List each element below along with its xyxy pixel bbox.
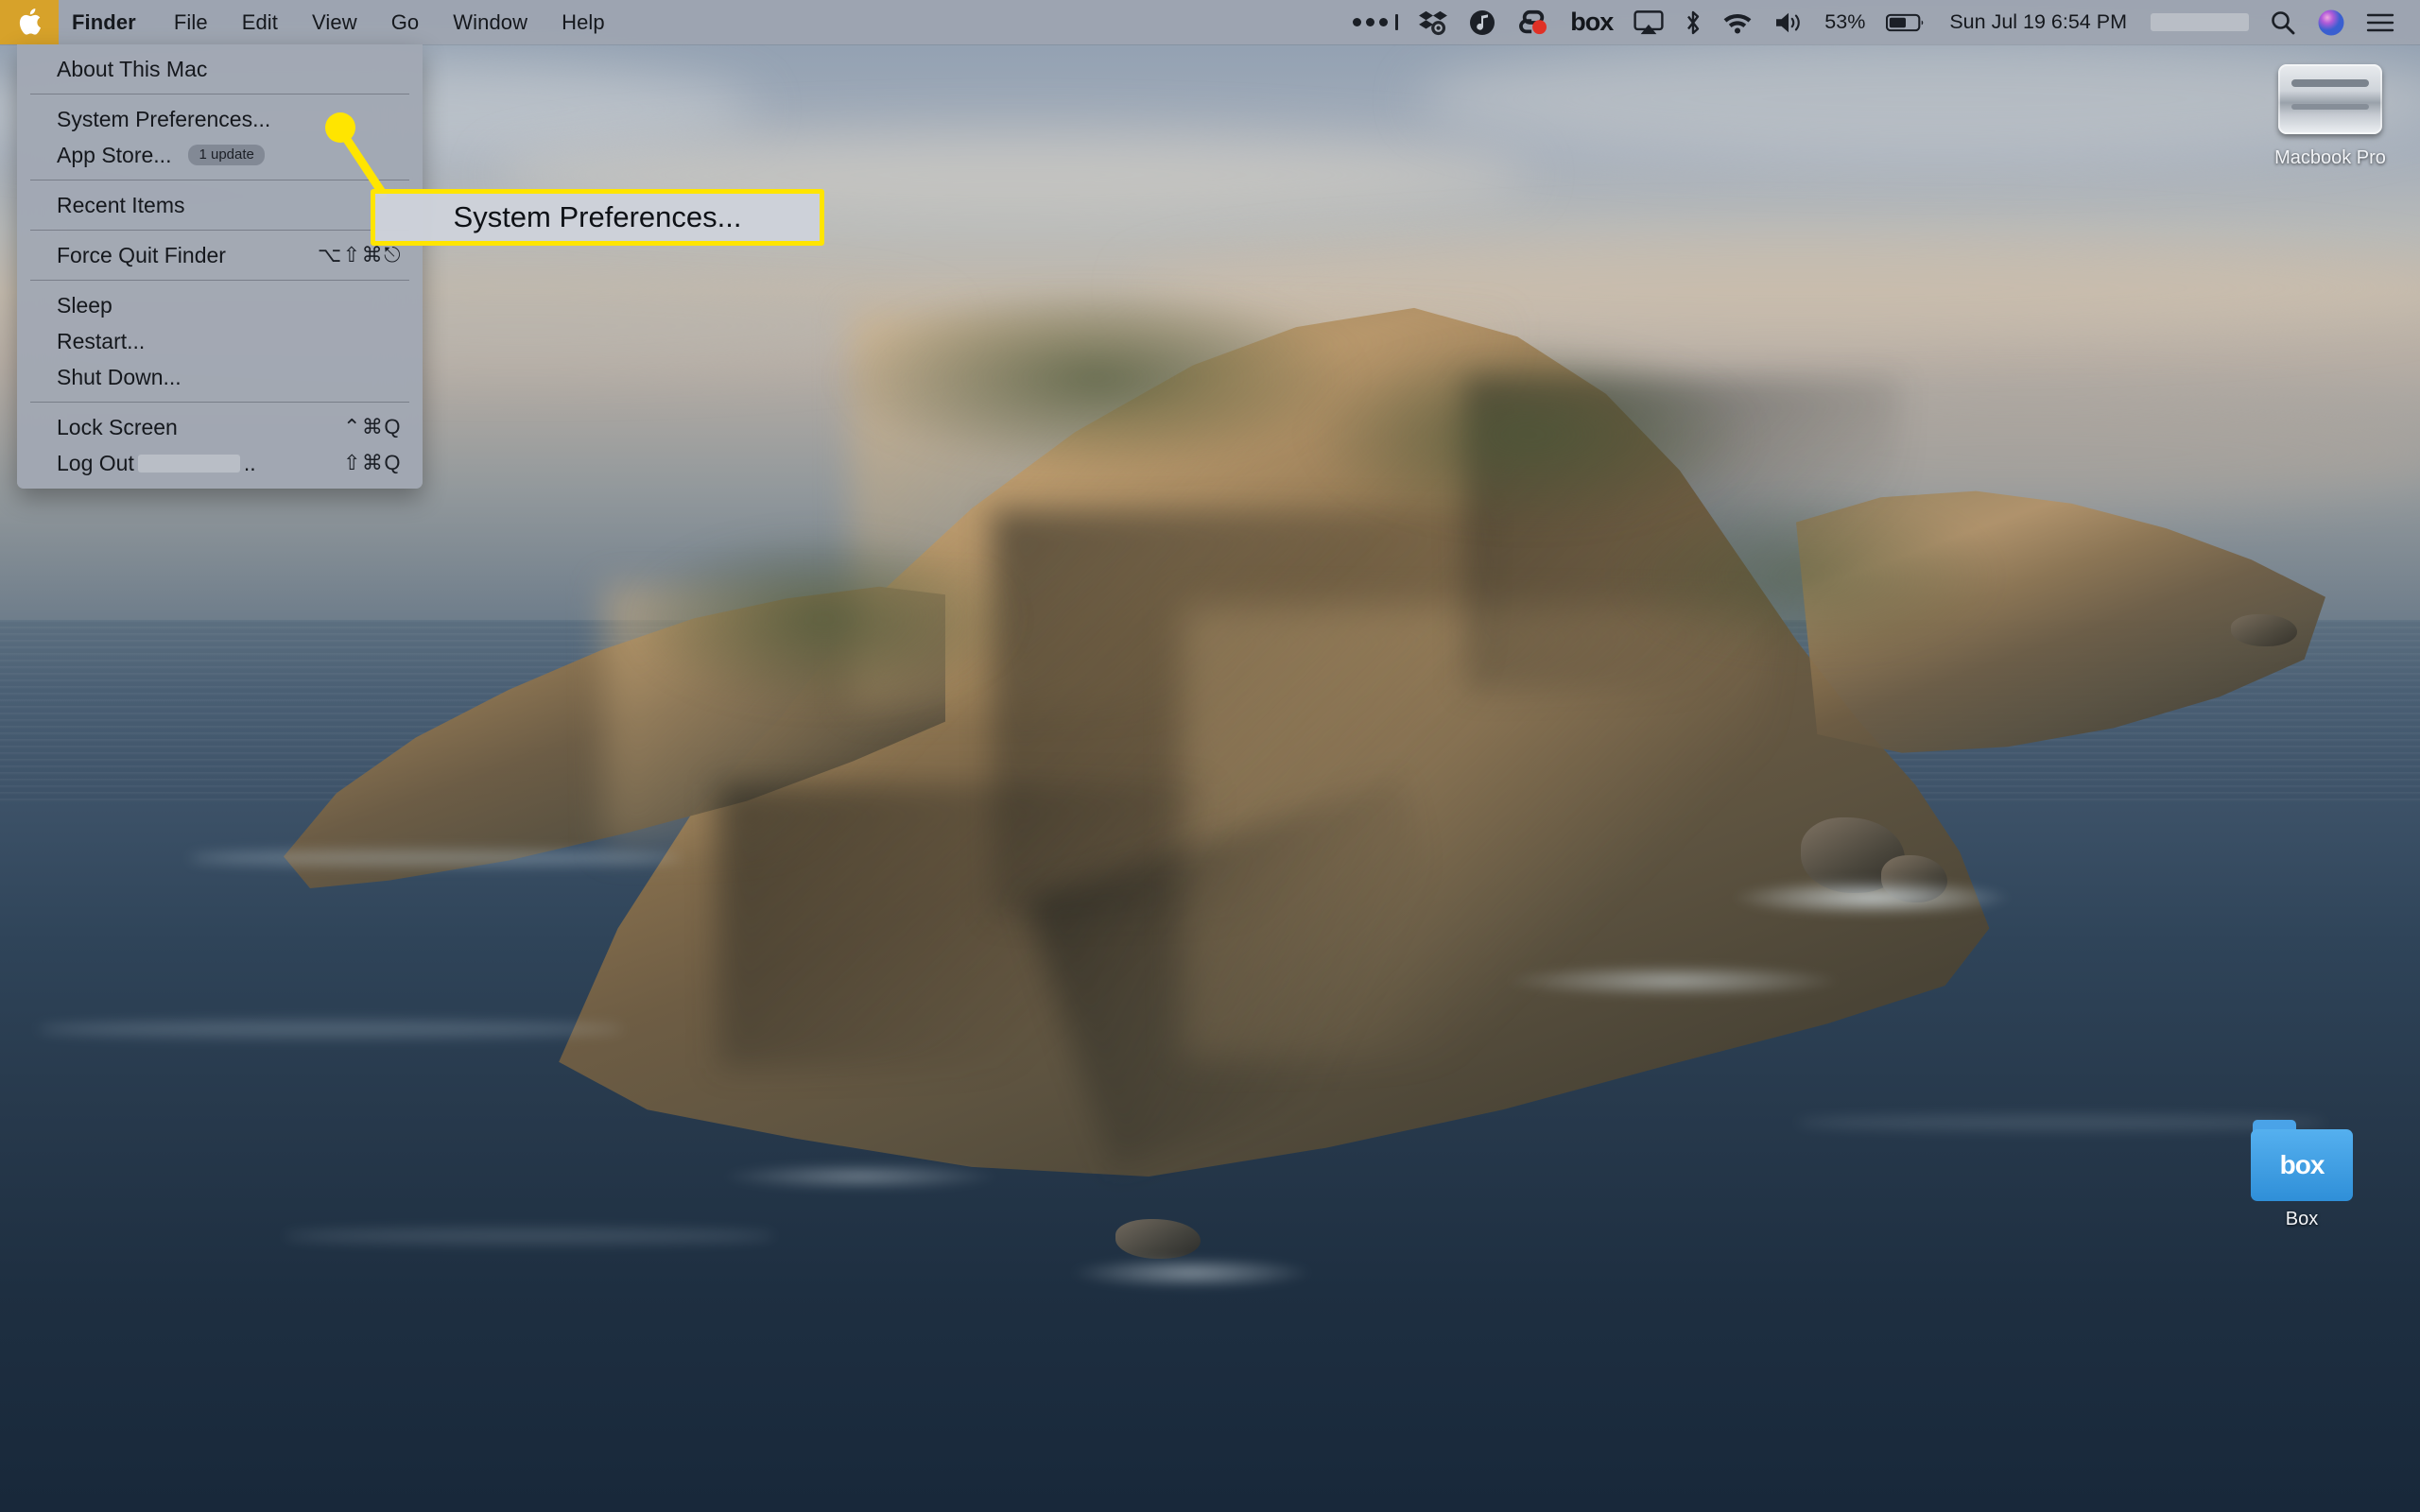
menu-option-app-store[interactable]: App Store... 1 update (17, 137, 423, 173)
menu-bar-status-area: box 53% (1342, 0, 2420, 44)
hard-drive-icon (2278, 59, 2382, 140)
menu-item-go[interactable]: Go (374, 0, 437, 44)
apple-menu-button[interactable] (0, 0, 59, 44)
folder-brand-label: box (2280, 1150, 2325, 1180)
dropbox-icon[interactable] (1409, 0, 1458, 44)
screen-record-icon[interactable] (1507, 0, 1560, 44)
apple-menu-dropdown: About This Mac System Preferences... App… (17, 44, 423, 489)
menu-option-shortcut: ⌥⇧⌘⎋ (318, 243, 402, 267)
airplay-icon[interactable] (1623, 0, 1674, 44)
menu-option-recent-items[interactable]: Recent Items (17, 187, 423, 223)
menu-option-lock-screen[interactable]: Lock Screen ⌃⌘Q (17, 409, 423, 445)
menu-item-finder[interactable]: Finder (59, 0, 157, 44)
wave-foam (1068, 1257, 1314, 1289)
menu-option-label: Recent Items (57, 193, 185, 218)
menu-separator (30, 402, 409, 403)
folder-icon: box (2251, 1120, 2353, 1201)
menu-item-edit[interactable]: Edit (225, 0, 295, 44)
menu-item-window[interactable]: Window (436, 0, 544, 44)
menu-option-restart[interactable]: Restart... (17, 323, 423, 359)
wave-foam (718, 1162, 1002, 1191)
menu-option-shut-down[interactable]: Shut Down... (17, 359, 423, 395)
menu-option-system-preferences[interactable]: System Preferences... (17, 101, 423, 137)
menu-separator (30, 280, 409, 281)
vegetation (1607, 491, 2004, 662)
menu-option-label: App Store... (57, 143, 171, 168)
battery-percent-label: 53% (1814, 0, 1876, 44)
wave-streak (38, 1021, 624, 1038)
menu-option-about-this-mac[interactable]: About This Mac (17, 51, 423, 87)
menu-option-label: System Preferences... (57, 107, 270, 132)
menu-bar-clock[interactable]: Sun Jul 19 6:54 PM (1936, 10, 2140, 34)
menu-option-sleep[interactable]: Sleep (17, 287, 423, 323)
menu-option-label: Shut Down... (57, 365, 182, 390)
vegetation (832, 284, 1361, 472)
menu-option-label: Restart... (57, 329, 145, 354)
user-name-redacted (2140, 0, 2259, 44)
menu-option-label: Sleep (57, 293, 112, 318)
search-icon[interactable] (2259, 0, 2307, 44)
siri-icon[interactable] (2307, 0, 2356, 44)
log-out-username-redacted (138, 455, 240, 472)
menu-option-shortcut: ⌃⌘Q (343, 415, 402, 439)
battery-icon[interactable] (1876, 0, 1936, 44)
menu-option-force-quit-finder[interactable]: Force Quit Finder ⌥⇧⌘⎋ (17, 237, 423, 273)
menu-separator (30, 230, 409, 231)
wifi-icon[interactable] (1712, 0, 1763, 44)
volume-icon[interactable] (1763, 0, 1814, 44)
menu-option-label: About This Mac (57, 57, 207, 82)
menu-item-file[interactable]: File (157, 0, 225, 44)
annotation-callout-box: System Preferences... (371, 189, 824, 246)
wave-foam (1503, 964, 1843, 998)
menu-option-log-out[interactable]: Log Out .. ⇧⌘Q (17, 445, 423, 481)
wave-streak (189, 850, 681, 866)
wave-streak (284, 1228, 775, 1244)
bluetooth-icon[interactable] (1674, 0, 1712, 44)
desktop-icon-box[interactable]: box Box (2231, 1120, 2373, 1231)
sea-rock (2231, 614, 2297, 646)
menu-option-shortcut: ⇧⌘Q (343, 451, 402, 475)
music-app-icon[interactable] (1458, 0, 1507, 44)
desktop-icon-macbook-pro[interactable]: Macbook Pro (2259, 59, 2401, 170)
ellipsis-menu-icon[interactable] (1342, 0, 1409, 44)
menu-bar: Finder File Edit View Go Window Help (0, 0, 2420, 44)
app-store-update-badge: 1 update (188, 145, 264, 165)
desktop-icon-label: Macbook Pro (2269, 146, 2392, 170)
control-center-icon[interactable] (2356, 0, 2405, 44)
menu-option-label: Force Quit Finder (57, 243, 226, 268)
vegetation (624, 529, 1021, 709)
menu-option-label: Lock Screen (57, 415, 178, 440)
wave-foam (1730, 879, 2014, 917)
apple-logo-icon (17, 9, 42, 37)
sea-rock (1115, 1219, 1201, 1259)
menu-bar-left: Finder File Edit View Go Window Help (0, 0, 622, 44)
menu-option-label: Log Out (57, 451, 134, 476)
annotation-callout-text: System Preferences... (454, 200, 742, 234)
menu-item-help[interactable]: Help (544, 0, 622, 44)
desktop-icon-label: Box (2280, 1208, 2324, 1231)
box-status-icon[interactable]: box (1560, 0, 1623, 44)
menu-option-label-suffix: .. (244, 451, 256, 476)
menu-item-view[interactable]: View (295, 0, 374, 44)
